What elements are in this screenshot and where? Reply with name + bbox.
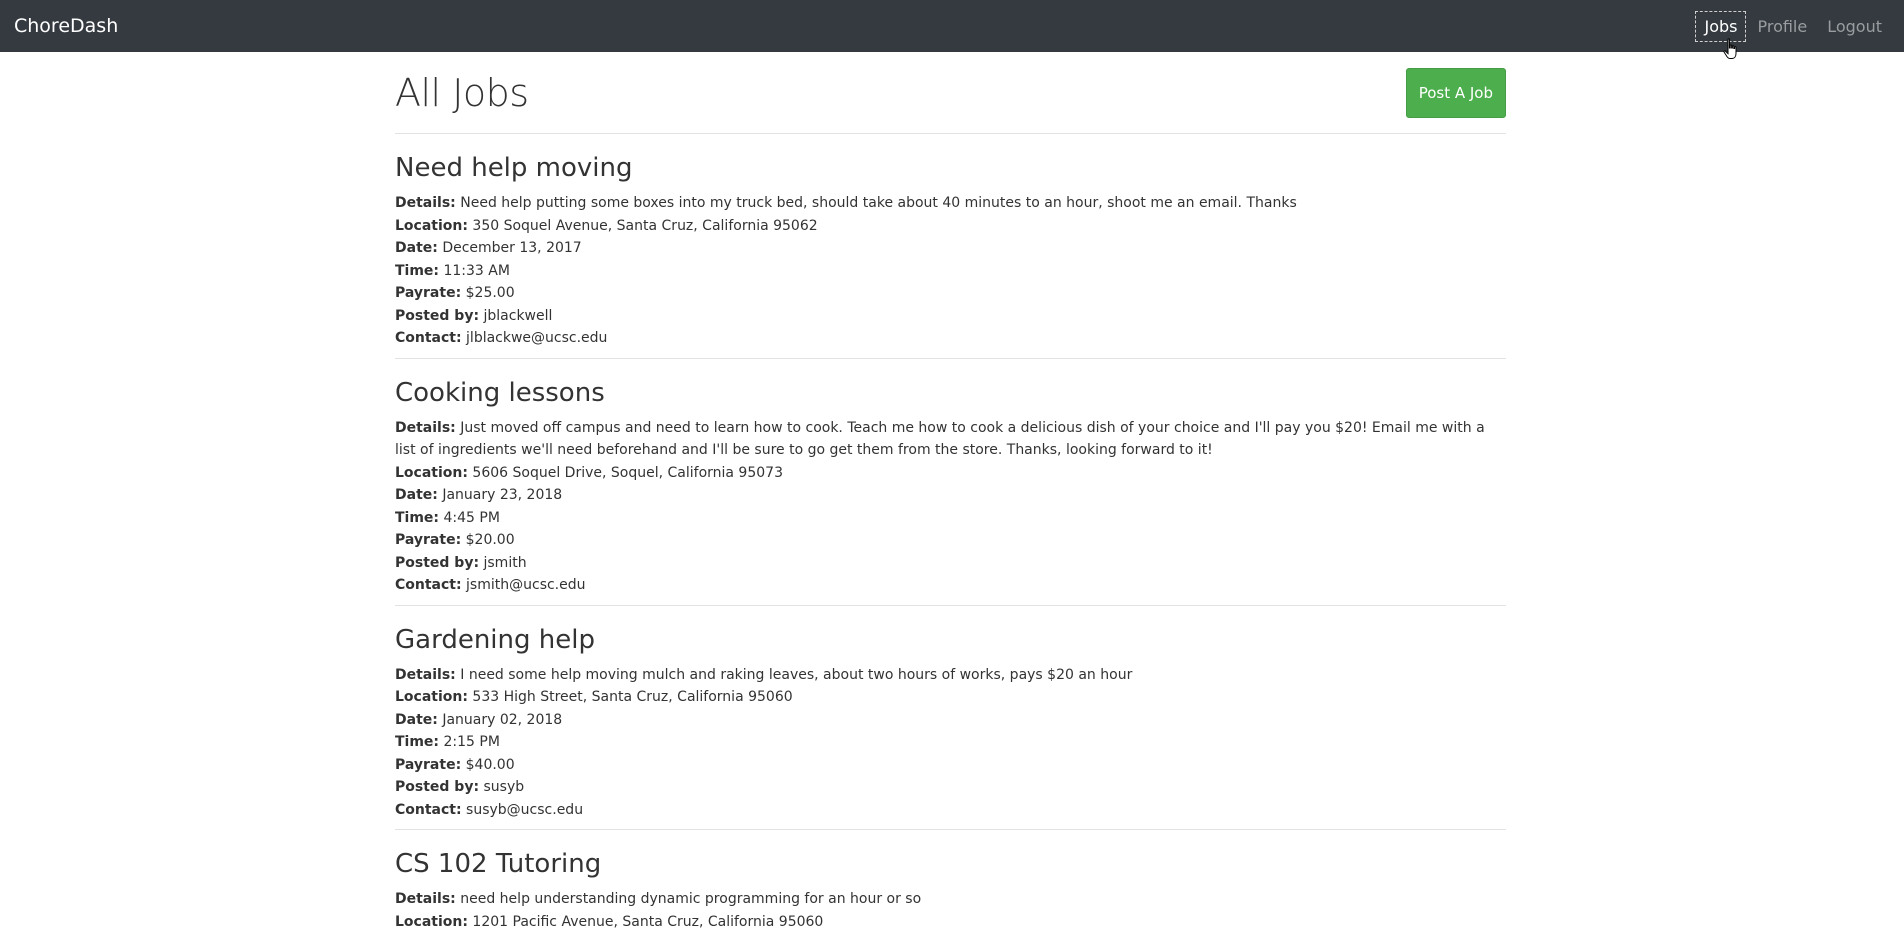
contact-label: Contact:	[395, 577, 462, 593]
time-label: Time:	[395, 262, 440, 279]
job-time: Time: 2:15 PM	[395, 731, 1506, 754]
details-value: Just moved off campus and need to learn …	[395, 419, 1485, 459]
nav-link-jobs[interactable]: Jobs	[1695, 10, 1747, 42]
date-value: January 23, 2018	[442, 487, 563, 503]
contact-value: susyb@ucsc.edu	[466, 801, 584, 818]
nav-link-profile[interactable]: Profile	[1749, 12, 1815, 41]
contact-label: Contact:	[395, 801, 462, 818]
location-value: 5606 Soquel Drive, Soquel, California 95…	[472, 464, 783, 481]
nav-links: Jobs Profile Logout	[1695, 10, 1890, 59]
time-value: 4:45 PM	[443, 509, 500, 526]
job-details: Details: Need help putting some boxes in…	[395, 192, 1506, 215]
time-value: 11:33 AM	[443, 262, 510, 279]
details-value: I need some help moving mulch and raking…	[460, 666, 1133, 683]
details-label: Details:	[395, 419, 456, 436]
location-label: Location:	[395, 217, 468, 234]
location-label: Location:	[395, 464, 468, 481]
details-value: need help understanding dynamic programm…	[460, 891, 922, 907]
details-label: Details:	[395, 891, 456, 907]
date-label: Date:	[395, 240, 438, 256]
page-header: All Jobs Post A Job	[395, 52, 1506, 134]
job-location: Location: 5606 Soquel Drive, Soquel, Cal…	[395, 462, 1506, 485]
time-label: Time:	[395, 509, 440, 526]
location-label: Location:	[395, 913, 468, 930]
location-label: Location:	[395, 689, 468, 705]
job-title: Gardening help	[395, 624, 595, 655]
nav-link-logout[interactable]: Logout	[1819, 12, 1890, 41]
job-item: Need help moving Details: Need help putt…	[395, 134, 1506, 359]
time-label: Time:	[395, 734, 440, 750]
post-job-button[interactable]: Post A Job	[1405, 67, 1506, 118]
location-value: 1201 Pacific Avenue, Santa Cruz, Califor…	[472, 913, 824, 930]
job-details: Details: I need some help moving mulch a…	[395, 664, 1506, 687]
posted-by-value: susyb	[483, 779, 525, 795]
details-label: Details:	[395, 666, 456, 683]
job-location: Location: 533 High Street, Santa Cruz, C…	[395, 686, 1506, 709]
job-date: Date: December 13, 2017	[395, 237, 1506, 260]
payrate-value: $40.00	[465, 756, 515, 773]
posted-by-label: Posted by:	[395, 779, 480, 795]
date-value: January 02, 2018	[442, 711, 563, 728]
job-title: Cooking lessons	[395, 377, 605, 408]
top-navbar: ChoreDash Jobs Profile Logout	[0, 0, 1904, 59]
job-posted-by: Posted by: jsmith	[395, 552, 1506, 575]
payrate-label: Payrate:	[395, 532, 462, 548]
payrate-value: $20.00	[465, 532, 515, 548]
job-posted-by: Posted by: jblackwell	[395, 305, 1506, 328]
job-contact: Contact: jlblackwe@ucsc.edu	[395, 327, 1506, 350]
job-item: Cooking lessons Details: Just moved off …	[395, 359, 1506, 606]
contact-value: jlblackwe@ucsc.edu	[466, 330, 608, 346]
date-label: Date:	[395, 711, 438, 728]
location-value: 533 High Street, Santa Cruz, California …	[472, 689, 793, 705]
hand-pointer-icon	[1723, 37, 1737, 59]
time-value: 2:15 PM	[443, 734, 500, 750]
job-posted-by: Posted by: susyb	[395, 776, 1506, 799]
posted-by-label: Posted by:	[395, 554, 480, 571]
payrate-value: $25.00	[465, 285, 515, 301]
main-container: All Jobs Post A Job Need help moving Det…	[395, 52, 1506, 941]
job-time: Time: 4:45 PM	[395, 507, 1506, 530]
details-value: Need help putting some boxes into my tru…	[460, 195, 1297, 211]
posted-by-label: Posted by:	[395, 307, 480, 324]
job-date: Date: January 23, 2018	[395, 484, 1506, 507]
job-contact: Contact: jsmith@ucsc.edu	[395, 574, 1506, 597]
job-details: Details: Just moved off campus and need …	[395, 417, 1506, 462]
job-contact: Contact: susyb@ucsc.edu	[395, 799, 1506, 822]
posted-by-value: jsmith	[483, 554, 527, 571]
contact-value: jsmith@ucsc.edu	[466, 577, 586, 593]
job-item: CS 102 Tutoring Details: need help under…	[395, 830, 1506, 941]
posted-by-value: jblackwell	[483, 307, 553, 324]
payrate-label: Payrate:	[395, 756, 462, 773]
job-location: Location: 350 Soquel Avenue, Santa Cruz,…	[395, 215, 1506, 238]
date-value: December 13, 2017	[442, 240, 582, 256]
job-location: Location: 1201 Pacific Avenue, Santa Cru…	[395, 911, 1506, 934]
job-payrate: Payrate: $40.00	[395, 754, 1506, 777]
job-details: Details: need help understanding dynamic…	[395, 888, 1506, 911]
job-time: Time: 11:33 AM	[395, 260, 1506, 283]
job-payrate: Payrate: $25.00	[395, 282, 1506, 305]
job-title: Need help moving	[395, 153, 633, 183]
date-label: Date:	[395, 487, 438, 503]
contact-label: Contact:	[395, 330, 462, 346]
job-item: Gardening help Details: I need some help…	[395, 606, 1506, 830]
page-title: All Jobs	[395, 70, 529, 115]
job-date: Date: January 02, 2018	[395, 709, 1506, 732]
job-title: CS 102 Tutoring	[395, 849, 602, 879]
job-payrate: Payrate: $20.00	[395, 529, 1506, 552]
details-label: Details:	[395, 195, 456, 211]
payrate-label: Payrate:	[395, 285, 462, 301]
brand-link[interactable]: ChoreDash	[14, 15, 118, 37]
location-value: 350 Soquel Avenue, Santa Cruz, Californi…	[472, 217, 818, 234]
